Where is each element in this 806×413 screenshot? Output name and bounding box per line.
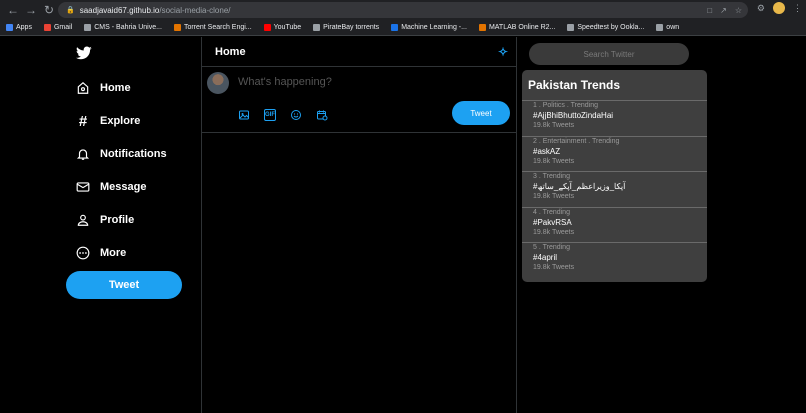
lock-icon: 🔒 <box>66 7 75 14</box>
bookmark-gmail[interactable]: Gmail <box>43 24 72 31</box>
trend-name: #PakvRSA <box>533 217 572 227</box>
nav-profile-label: Profile <box>100 214 135 226</box>
forward-icon[interactable]: → <box>22 1 40 19</box>
trend-count: 19.8k Tweets <box>533 122 575 129</box>
trend-meta: 1 . Politics . Trending <box>533 102 598 109</box>
nav-home-label: Home <box>100 82 131 94</box>
trend-item[interactable]: 2 . Entertainment . Trending #askAZ 19.8… <box>522 135 707 172</box>
trend-name: #askAZ <box>533 146 561 156</box>
app: Home # Explore Notifications Message Pro… <box>0 37 806 413</box>
nav-message-label: Message <box>100 181 147 193</box>
more-icon <box>76 246 90 260</box>
nav-notifications[interactable]: Notifications <box>76 143 167 165</box>
extensions-icon[interactable]: ⚙ <box>757 3 765 14</box>
hashtag-icon: # <box>78 112 88 130</box>
bookmark-piratebay[interactable]: PirateBay torrents <box>313 24 379 31</box>
youtube-icon <box>263 24 271 31</box>
nav-message[interactable]: Message <box>76 176 146 198</box>
schedule-icon[interactable] <box>316 109 328 121</box>
trend-item[interactable]: 1 . Politics . Trending #AjjBhiBhuttoZin… <box>522 100 707 136</box>
main-feed: Home ✧ What's happening? GIF Tweet <box>201 37 517 413</box>
apps-icon <box>6 24 13 31</box>
torrent-icon <box>173 24 181 31</box>
trend-item[interactable]: 5 . Trending #4april 19.8k Tweets <box>522 242 707 278</box>
search-input[interactable]: Search Twitter <box>529 43 689 65</box>
profile-avatar[interactable] <box>773 2 785 14</box>
tweet-composer: What's happening? GIF Tweet <box>202 67 516 133</box>
bookmark-speedtest[interactable]: Speedtest by Ookla... <box>567 24 644 31</box>
nav-home[interactable]: Home <box>76 77 131 99</box>
bell-icon <box>76 147 90 161</box>
user-icon <box>76 213 90 227</box>
trend-item[interactable]: 4 . Trending #PakvRSA 19.8k Tweets <box>522 206 707 243</box>
nav-explore-label: Explore <box>100 115 141 127</box>
address-bar[interactable]: 🔒 saadjavaid67.github.io/social-media-cl… <box>58 2 748 18</box>
image-icon[interactable] <box>238 109 250 121</box>
trends-panel: Pakistan Trends 1 . Politics . Trending … <box>522 70 707 282</box>
trend-name: #4april <box>533 253 558 262</box>
nav-explore[interactable]: # Explore <box>76 110 141 132</box>
browser-toolbar: ← → ↻ 🔒 saadjavaid67.github.io/social-me… <box>0 0 806 20</box>
trend-count: 19.8k Tweets <box>533 264 575 271</box>
gif-icon[interactable]: GIF <box>264 109 276 121</box>
bookmark-cms[interactable]: CMS - Bahria Unive... <box>84 24 162 31</box>
trend-count: 19.8k Tweets <box>533 157 575 165</box>
trend-count: 19.8k Tweets <box>533 228 575 236</box>
share-icon[interactable]: ↗ <box>720 6 727 15</box>
back-icon[interactable]: ← <box>4 1 22 19</box>
composer-tweet-button[interactable]: Tweet <box>452 101 510 125</box>
nav-more-label: More <box>100 247 127 259</box>
trend-count: 19.8k Tweets <box>533 193 575 200</box>
cast-icon[interactable]: □ <box>707 6 712 15</box>
avatar[interactable] <box>207 72 229 94</box>
main-header: Home ✧ <box>202 37 516 67</box>
sparkle-icon[interactable]: ✧ <box>498 45 508 59</box>
nav-profile[interactable]: Profile <box>76 209 134 231</box>
nav-more[interactable]: More <box>76 242 126 264</box>
trend-name: #AjjBhiBhuttoZindaHai <box>533 111 614 120</box>
menu-icon[interactable]: ⋮ <box>793 3 802 14</box>
globe-icon <box>656 24 664 31</box>
matlab-icon <box>478 24 486 31</box>
coursera-icon <box>391 24 399 31</box>
bookmark-matlab[interactable]: MATLAB Online R2... <box>478 24 555 31</box>
globe-icon <box>84 24 92 31</box>
composer-toolbar: GIF <box>238 109 328 121</box>
url-host: saadjavaid67.github.io <box>79 5 160 15</box>
bookmark-apps[interactable]: Apps <box>6 24 32 31</box>
trend-name: #آپکا_وزیراعظم_آپکے_ساتھ <box>533 182 626 191</box>
speedtest-icon <box>567 24 575 31</box>
url-path: /social-media-clone/ <box>159 5 231 15</box>
envelope-icon <box>76 180 90 194</box>
bookmark-youtube[interactable]: YouTube <box>263 24 301 31</box>
trends-title: Pakistan Trends <box>528 78 621 92</box>
trend-meta: 3 . Trending <box>533 173 570 180</box>
twitter-bird-icon[interactable] <box>76 45 92 61</box>
emoji-icon[interactable] <box>290 109 302 121</box>
trend-meta: 4 . Trending <box>533 208 570 216</box>
sidebar-tweet-button[interactable]: Tweet <box>66 271 182 299</box>
trend-item[interactable]: 3 . Trending #آپکا_وزیراعظم_آپکے_ساتھ 19… <box>522 171 707 207</box>
nav-notifications-label: Notifications <box>100 148 167 160</box>
bookmark-torrent-search[interactable]: Torrent Search Engi... <box>173 24 252 31</box>
bookmark-own[interactable]: own <box>656 24 679 31</box>
bookmark-machine-learning[interactable]: Machine Learning -... <box>391 24 467 31</box>
home-icon <box>76 81 90 95</box>
globe-icon <box>313 24 321 31</box>
page-title: Home <box>215 45 246 58</box>
trend-meta: 5 . Trending <box>533 244 570 251</box>
trend-meta: 2 . Entertainment . Trending <box>533 137 620 145</box>
tweet-input[interactable]: What's happening? <box>238 76 332 88</box>
reload-icon[interactable]: ↻ <box>40 1 58 19</box>
gmail-icon <box>43 24 51 31</box>
bookmarks-bar: Apps Gmail CMS - Bahria Unive... Torrent… <box>0 20 806 36</box>
star-icon[interactable]: ☆ <box>735 6 742 15</box>
